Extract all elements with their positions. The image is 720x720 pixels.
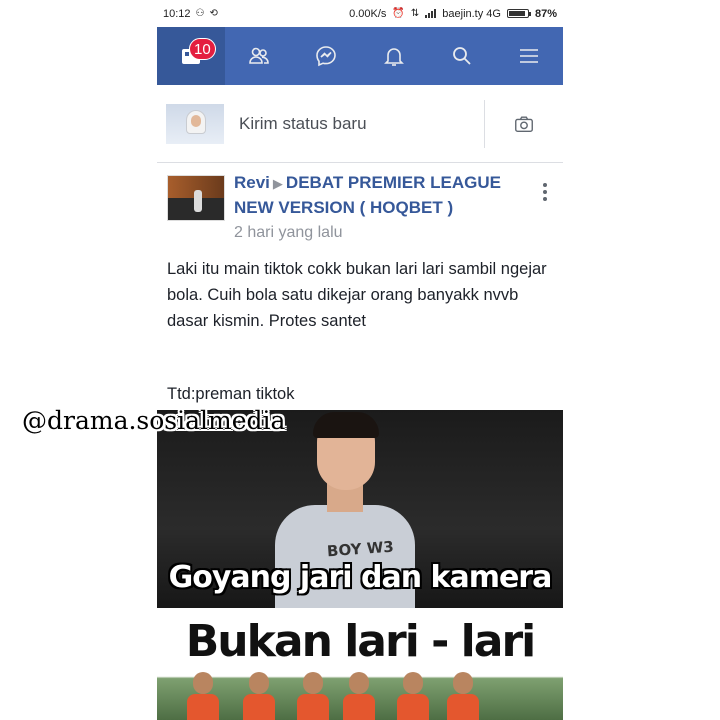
image-player: [187, 672, 219, 720]
phone-screen: 10:12 ⚇ ⟲ 0.00K/s ⏰ ⇅ baejin.ty 4G 87% 1…: [157, 0, 563, 720]
nav-news-feed[interactable]: 10: [157, 27, 225, 85]
top-nav-bar: 10: [157, 27, 563, 85]
nav-friends[interactable]: [225, 27, 293, 85]
image-caption-bottom: Bukan lari - lari: [185, 616, 536, 667]
author-avatar[interactable]: [167, 175, 225, 221]
status-composer: Kirim status baru: [157, 85, 563, 163]
data-transfer-icon: ⇅: [410, 8, 420, 19]
author-name[interactable]: Revi: [234, 173, 270, 192]
post-text: Laki itu main tiktok cokk bukan lari lar…: [167, 260, 547, 330]
nav-notifications[interactable]: [360, 27, 428, 85]
carrier-label: baejin.ty 4G: [442, 7, 501, 20]
post-header: Revi ▶ DEBAT PREMIER LEAGUE NEW VERSION ( …: [157, 163, 563, 249]
nav-search[interactable]: [428, 27, 496, 85]
image-caption-top: Goyang jari dan kamera: [168, 560, 553, 595]
camera-button[interactable]: [485, 113, 563, 135]
clock: 10:12: [163, 7, 191, 20]
alarm-icon: ⏰: [392, 8, 405, 19]
post-options-icon[interactable]: [543, 183, 549, 201]
status-bar: 10:12 ⚇ ⟲ 0.00K/s ⏰ ⇅ baejin.ty 4G 87%: [157, 0, 563, 27]
search-icon: [452, 47, 471, 65]
avatar: [166, 103, 224, 144]
image-player: [297, 672, 329, 720]
friends-icon: [248, 47, 269, 64]
nav-menu[interactable]: [495, 27, 563, 85]
battery-fill: [508, 11, 525, 16]
signal-icon: [425, 9, 437, 18]
watermark: @drama.sosialmedia: [22, 406, 286, 435]
image-player: [397, 672, 429, 720]
battery-percent: 87%: [534, 7, 557, 20]
post-timestamp[interactable]: 2 hari yang lalu: [234, 220, 534, 246]
bell-icon: [383, 48, 404, 66]
arrow-right-icon: ▶: [272, 176, 283, 191]
camera-icon: [515, 115, 533, 132]
messenger-icon: [316, 46, 336, 67]
image-player: [447, 672, 479, 720]
post-image[interactable]: BOY W3 Goyang jari dan kamera Bukan lari…: [157, 410, 563, 720]
post-signature: Ttd:preman tiktok: [167, 385, 295, 403]
composer-input[interactable]: Kirim status baru: [239, 114, 484, 134]
network-speed: 0.00K/s: [349, 7, 387, 20]
battery-icon: [506, 9, 531, 18]
post-meta: Revi ▶ DEBAT PREMIER LEAGUE NEW VERSION ( …: [234, 171, 534, 246]
notification-badge: 10: [189, 38, 216, 60]
nav-messenger[interactable]: [292, 27, 360, 85]
image-separator: [157, 608, 563, 616]
sync-icon: ⟲: [209, 8, 218, 19]
hamburger-icon: [520, 49, 539, 63]
image-hair: [313, 412, 379, 438]
image-player: [343, 672, 375, 720]
image-player: [243, 672, 275, 720]
notification-icon: ⚇: [195, 8, 205, 19]
